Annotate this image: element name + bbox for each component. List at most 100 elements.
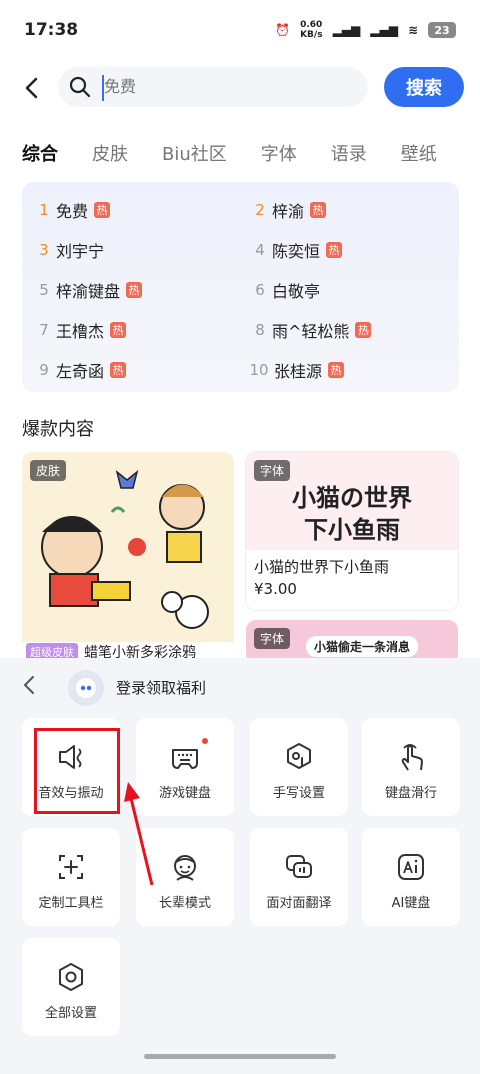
section-title: 爆款内容 bbox=[22, 419, 94, 440]
tab-wallpaper[interactable]: 壁纸 bbox=[401, 140, 437, 166]
status-time: 17:38 bbox=[24, 20, 79, 40]
home-indicator bbox=[144, 1054, 336, 1059]
search-box[interactable] bbox=[58, 67, 368, 107]
tile-ai-keyboard[interactable]: AI键盘 bbox=[362, 828, 460, 926]
hot-name: 雨^轻松熊 bbox=[272, 322, 350, 341]
face-translate-icon bbox=[286, 855, 312, 878]
hot-rank: 4 bbox=[255, 241, 265, 259]
tile-label: 全部设置 bbox=[44, 1006, 97, 1021]
hot-search-panel: 1 免费 热 2 梓渝 热 3 刘宇宁 4 陈奕恒 热 5 梓渝键盘 热 6 白… bbox=[22, 182, 459, 392]
tile-custom-toolbar[interactable]: 定制工具栏 bbox=[22, 828, 120, 926]
hot-item[interactable]: 9 左奇函 热 bbox=[36, 358, 127, 382]
keyboard-settings-sheet: 登录领取福利 音效与振动 游戏键盘 手写设置 键盘滑行 定制工具栏 长辈模式 面… bbox=[0, 658, 480, 1074]
tab-font[interactable]: 字体 bbox=[261, 140, 297, 166]
hot-rank: 2 bbox=[255, 201, 265, 219]
hot-badge: 热 bbox=[310, 202, 327, 218]
tile-label: 键盘滑行 bbox=[384, 786, 437, 801]
hot-rank: 10 bbox=[249, 361, 269, 379]
tile-handwriting-settings[interactable]: 手写设置 bbox=[250, 718, 348, 816]
hot-item[interactable]: 10 张桂源 热 bbox=[248, 358, 345, 382]
hot-name: 白敬亭 bbox=[272, 282, 321, 301]
login-benefit-link[interactable]: 登录领取福利 bbox=[116, 677, 206, 698]
search-row: 搜索 bbox=[0, 67, 480, 109]
hot-rank: 5 bbox=[39, 281, 49, 299]
hot-badge: 热 bbox=[328, 362, 345, 378]
ai-keyboard-icon bbox=[398, 854, 424, 880]
chevron-left-icon bbox=[23, 676, 34, 694]
elder-mode-icon bbox=[174, 855, 196, 881]
signal-5g-icon: ▂▄▆ bbox=[332, 23, 361, 37]
status-bar: 17:38 ⏰ 0.60 KB/s ▂▄▆ ▂▄▆ ≋ 23 bbox=[0, 0, 480, 60]
tile-keyboard-swipe[interactable]: 键盘滑行 bbox=[362, 718, 460, 816]
sheet-back-button[interactable] bbox=[22, 674, 36, 702]
search-icon bbox=[69, 76, 91, 98]
card-tag: 字体 bbox=[254, 628, 291, 649]
swipe-finger-icon bbox=[401, 744, 423, 771]
hot-rank: 8 bbox=[255, 321, 265, 339]
hot-name: 左奇函 bbox=[56, 362, 105, 381]
hot-badge: 热 bbox=[94, 202, 111, 218]
tab-general[interactable]: 综合 bbox=[22, 140, 58, 166]
tile-label: 游戏键盘 bbox=[158, 786, 211, 801]
tab-biu-community[interactable]: Biu社区 bbox=[162, 140, 227, 166]
hot-item[interactable]: 6 白敬亭 bbox=[252, 278, 320, 302]
hot-badge: 热 bbox=[126, 282, 143, 298]
alarm-icon: ⏰ bbox=[275, 23, 291, 37]
hot-name: 梓渝键盘 bbox=[56, 282, 121, 301]
hot-badge: 热 bbox=[110, 362, 127, 378]
tile-label: 面对面翻译 bbox=[266, 896, 332, 911]
hot-badge: 热 bbox=[326, 242, 343, 258]
tile-all-settings[interactable]: 全部设置 bbox=[22, 938, 120, 1036]
tab-quotes[interactable]: 语录 bbox=[331, 140, 367, 166]
network-speed: 0.60 KB/s bbox=[300, 20, 323, 40]
content-card-font[interactable]: 字体 小猫の世界 下小鱼雨 小猫的世界下小鱼雨 ¥3.00 bbox=[246, 452, 458, 610]
font-art-title: 小猫の世界 下小鱼雨 bbox=[292, 484, 412, 544]
back-button[interactable] bbox=[18, 73, 48, 103]
hot-item[interactable]: 5 梓渝键盘 热 bbox=[36, 278, 143, 302]
content-card-skin[interactable]: 皮肤 超级皮肤 蜡笔小新多彩涂鸦 bbox=[22, 452, 234, 662]
status-icons: ⏰ 0.60 KB/s ▂▄▆ ▂▄▆ ≋ 23 bbox=[275, 20, 456, 40]
hot-name: 王橹杰 bbox=[56, 322, 105, 341]
card-price: ¥3.00 bbox=[254, 580, 297, 598]
category-tabs: 综合 皮肤 Biu社区 字体 语录 壁纸 bbox=[22, 140, 471, 166]
hot-item[interactable]: 1 免费 热 bbox=[36, 198, 111, 222]
card-name: 小猫的世界下小鱼雨 bbox=[254, 558, 390, 576]
card-tag: 字体 bbox=[254, 460, 291, 481]
robot-avatar-icon bbox=[76, 678, 96, 698]
tile-label: AI键盘 bbox=[391, 896, 431, 911]
hot-name: 陈奕恒 bbox=[272, 242, 321, 261]
hot-rank: 3 bbox=[39, 241, 49, 259]
card-art-text: 小猫偷走一条消息 bbox=[306, 636, 419, 657]
battery-icon: 23 bbox=[428, 22, 456, 38]
hot-item[interactable]: 3 刘宇宁 bbox=[36, 238, 104, 262]
annotation-arrow-icon bbox=[124, 782, 154, 886]
hot-name: 梓渝 bbox=[272, 202, 305, 221]
hot-rank: 9 bbox=[39, 361, 49, 379]
highlight-box bbox=[34, 728, 120, 814]
hot-name: 张桂源 bbox=[274, 362, 323, 381]
hot-rank: 7 bbox=[39, 321, 49, 339]
hot-rank: 1 bbox=[39, 201, 49, 219]
wifi-icon: ≋ bbox=[407, 23, 418, 37]
hot-item[interactable]: 4 陈奕恒 热 bbox=[252, 238, 343, 262]
hot-name: 刘宇宁 bbox=[56, 242, 105, 261]
search-input[interactable] bbox=[102, 75, 352, 101]
hot-item[interactable]: 7 王橹杰 热 bbox=[36, 318, 127, 342]
tab-skin[interactable]: 皮肤 bbox=[92, 140, 128, 166]
handwriting-icon bbox=[287, 743, 311, 769]
search-button[interactable]: 搜索 bbox=[384, 67, 464, 107]
hot-item[interactable]: 2 梓渝 热 bbox=[252, 198, 327, 222]
login-avatar[interactable] bbox=[68, 670, 104, 706]
signal-5g-icon-2: ▂▄▆ bbox=[370, 23, 398, 37]
hot-badge: 热 bbox=[355, 322, 372, 338]
settings-hex-icon bbox=[59, 963, 83, 991]
custom-toolbar-icon bbox=[59, 855, 83, 879]
notification-dot bbox=[202, 738, 208, 744]
card-tag: 皮肤 bbox=[30, 460, 67, 481]
hot-name: 免费 bbox=[56, 202, 89, 221]
tile-label: 手写设置 bbox=[272, 786, 325, 801]
hot-item[interactable]: 8 雨^轻松熊 热 bbox=[252, 318, 372, 342]
tile-face-to-face-translate[interactable]: 面对面翻译 bbox=[250, 828, 348, 926]
sheet-header: 登录领取福利 bbox=[0, 670, 480, 706]
hot-rank: 6 bbox=[255, 281, 265, 299]
